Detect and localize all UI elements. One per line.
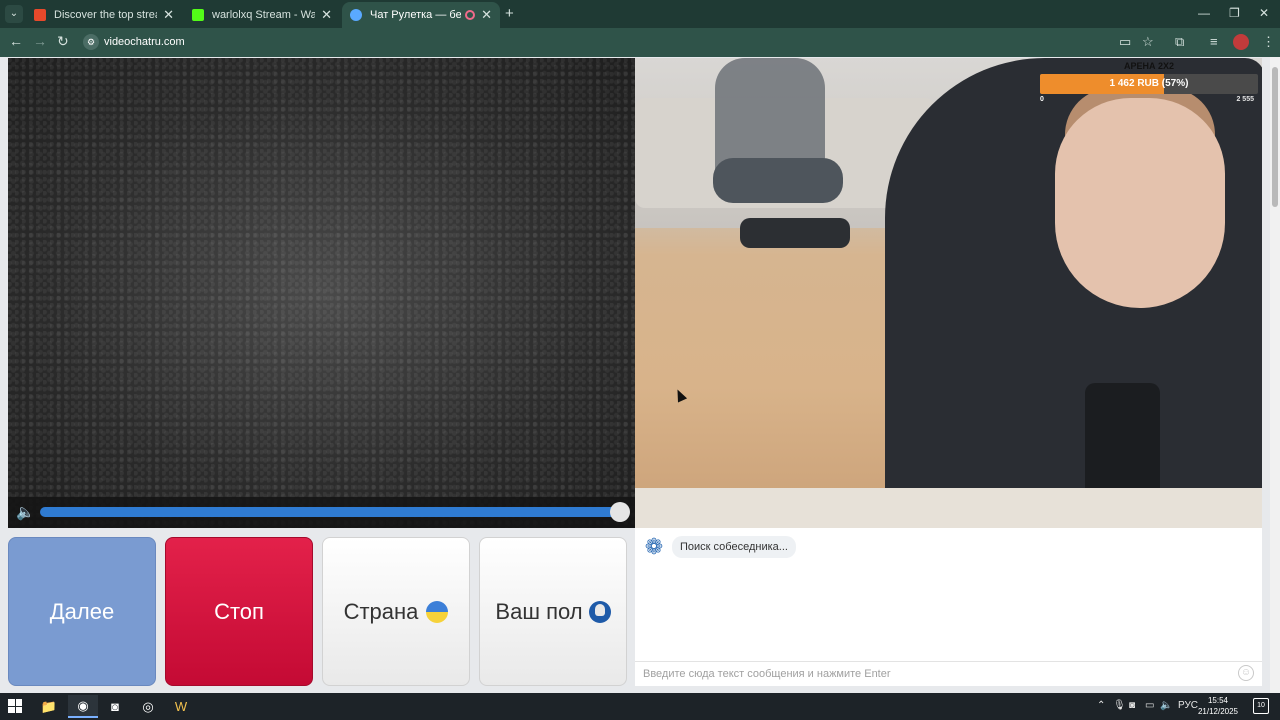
chat-panel: ❁ Поиск собеседника... ☺ [635,528,1262,686]
close-icon[interactable]: ✕ [321,7,332,23]
browser-menu-icon[interactable]: ⋮ [1262,34,1275,50]
restore-icon[interactable]: ❐ [1229,6,1240,20]
tray-overflow-icon[interactable]: ⌃ [1097,700,1105,711]
ukraine-flag-icon [426,600,449,623]
next-button-label: Далее [49,598,115,624]
window-close-icon[interactable]: ✕ [1259,6,1269,20]
install-app-icon[interactable]: ▭ [1119,34,1131,50]
self-webcam-video: АРЕНА 2X2 1 462 RUB (57%) 0 2 555 [635,58,1262,528]
country-button-label: Страна [343,598,419,624]
clock-time: 15:54 [1207,696,1229,705]
back-icon[interactable]: ← [9,33,23,49]
gender-button-label: Ваш пол [495,598,583,624]
discord-icon[interactable]: ◙ [100,695,130,718]
browser-tab-bar: ⌄ Discover the top streamed mu ✕ warlolx… [0,0,1280,28]
donation-goal-widget: АРЕНА 2X2 1 462 RUB (57%) 0 2 555 [1040,61,1258,106]
new-tab-button[interactable]: + [505,5,514,22]
media-controls-icon[interactable]: ≡ [1210,34,1218,49]
browser-tab-kick[interactable]: warlolxq Stream - Watch Live o ✕ [184,2,340,28]
stop-button[interactable]: Стоп [165,537,313,686]
donation-goal-bar: 1 462 RUB (57%) [1040,74,1258,94]
game-launcher-icon[interactable]: W [166,695,196,718]
music-icon [34,9,46,21]
emoji-icon[interactable]: ☺ [1238,665,1254,681]
obs-icon[interactable]: ◎ [133,695,163,718]
notification-count: 10 [1257,702,1265,709]
notifications-icon[interactable]: 10 [1253,698,1269,714]
discord-tray-icon[interactable]: ◙ [1129,700,1135,711]
forward-icon[interactable]: → [33,33,47,49]
recording-icon [465,10,476,20]
donation-goal-title: АРЕНА 2X2 [1123,61,1175,71]
donation-goal-range: 0 2 555 [1040,96,1258,106]
site-info-icon[interactable]: ⚙ [83,34,99,50]
close-icon[interactable]: ✕ [481,7,492,23]
profile-avatar[interactable] [1233,34,1249,50]
desk-edge [635,488,1262,528]
browser-tab-chat-roulette[interactable]: Чат Рулетка — бесплатный ✕ [342,2,500,28]
chat-message-input[interactable] [635,661,1262,686]
bookmark-star-icon[interactable]: ☆ [1142,34,1154,50]
chrome-icon[interactable]: ◉ [68,695,98,718]
chat-roulette-icon [350,9,362,21]
speaker-icon[interactable]: 🔈 [1160,700,1172,711]
url-field[interactable]: videochatru.com [104,36,185,48]
clock-date: 21/12/2025 [1197,707,1239,716]
address-bar-row: ← → ↻ ⚙ videochatru.com ▭ ☆ ⧉ ≡ ⋮ [0,28,1280,57]
chat-status-message: Поиск собеседника... [672,536,796,558]
next-button[interactable]: Далее [8,537,156,686]
donation-goal-min: 0 [1040,96,1044,103]
windows-start-icon[interactable] [8,699,22,713]
person-face [1055,98,1225,308]
volume-slider[interactable] [40,507,620,517]
close-icon[interactable]: ✕ [163,7,174,23]
partner-video-static [8,58,635,528]
tab-title: Чат Рулетка — бесплатный [370,9,462,21]
extensions-icon[interactable]: ⧉ [1175,34,1184,50]
volume-icon[interactable]: 🔈 [16,503,35,521]
reload-icon[interactable]: ↻ [57,33,69,50]
page-scrollbar[interactable] [1270,57,1280,693]
scrollbar-thumb[interactable] [1272,67,1278,207]
chair-seat [713,158,843,203]
gender-button[interactable]: Ваш пол [479,537,627,686]
tab-search-button[interactable]: ⌄ [5,5,23,23]
user-avatar-icon [588,600,611,623]
tab-title: Discover the top streamed mu [54,9,157,21]
chair-base [740,218,850,248]
video-controls: 🔈 [8,497,635,528]
volume-slider-handle[interactable] [610,502,630,522]
chat-logo-icon: ❁ [644,534,664,559]
stop-button-label: Стоп [214,598,264,624]
country-button[interactable]: Страна [322,537,470,686]
donation-goal-max: 2 555 [1236,96,1254,103]
file-explorer-icon[interactable]: 📁 [34,695,64,718]
kick-icon [192,9,204,21]
donation-goal-text: 1 462 RUB (57%) [1109,78,1189,89]
microphone-icon[interactable]: 🎙 [1113,700,1126,711]
system-clock[interactable]: 15:54 21/12/2025 [1196,695,1240,717]
browser-tab-music[interactable]: Discover the top streamed mu ✕ [26,2,182,28]
network-icon[interactable]: ▭ [1145,700,1154,711]
minimize-icon[interactable]: — [1198,6,1210,20]
tab-title: warlolxq Stream - Watch Live o [212,9,316,21]
windows-taskbar: 📁 ◉ ◙ ◎ W ⌃ 🎙 ◙ ▭ 🔈 РУС 15:54 21/12/2025… [0,693,1280,720]
